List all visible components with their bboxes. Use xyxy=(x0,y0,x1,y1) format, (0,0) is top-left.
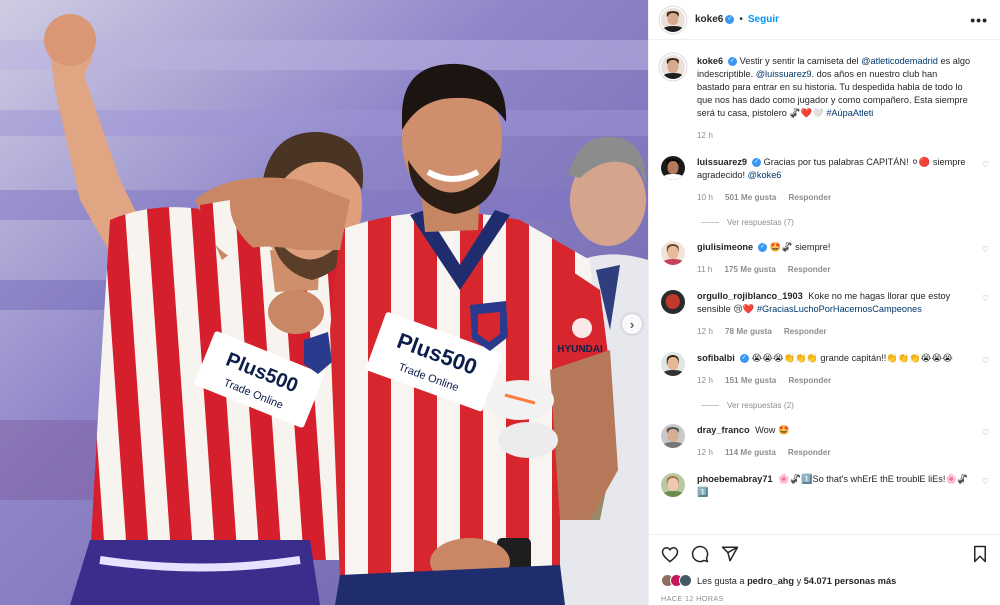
comment-time[interactable]: 12 h xyxy=(697,376,713,385)
like-comment-icon[interactable]: ♡ xyxy=(982,477,989,486)
comment-username[interactable]: sofibalbi xyxy=(697,353,735,363)
comment-item: sofibalbi ✓ 😭😭😭👏👏👏 grande capitán!!👏👏👏😭😭😭… xyxy=(661,352,989,387)
comment-likes[interactable]: 114 Me gusta xyxy=(725,448,776,457)
comment-time[interactable]: 10 h xyxy=(697,193,713,202)
view-replies-label[interactable]: Ver respuestas (2) xyxy=(727,401,794,410)
comment-item: phoebemabray71 🌸🦨1️⃣So that's whErE thE … xyxy=(661,473,989,499)
caption: koke6 ✓ Vestir y sentir la camiseta del @… xyxy=(661,55,989,142)
comment-username[interactable]: phoebemabray71 xyxy=(697,474,773,484)
comment-text: 😭😭😭👏👏👏 grande capitán!!👏👏👏😭😭😭 xyxy=(751,353,953,363)
reply-button[interactable]: Responder xyxy=(788,376,831,385)
comment-likes[interactable]: 175 Me gusta xyxy=(724,265,775,274)
like-comment-icon[interactable]: ♡ xyxy=(982,294,989,303)
comment-item: orgullo_rojiblanco_1903 Koke no me hagas… xyxy=(661,290,989,338)
comment-item: luissuarez9 ✓ Gracias por tus palabras CA… xyxy=(661,156,989,204)
like-comment-icon[interactable]: ♡ xyxy=(982,160,989,169)
view-replies-label[interactable]: Ver respuestas (7) xyxy=(727,218,794,227)
photo-illustration: Plus500 Trade Online Plus500 Trade Onlin… xyxy=(0,0,648,605)
likes-middle: y xyxy=(794,575,804,586)
comment-hashtag[interactable]: #GraciasLuchoPorHacernosCampeones xyxy=(757,304,922,314)
comment-time[interactable]: 12 h xyxy=(697,327,713,336)
comment-time[interactable]: 11 h xyxy=(697,265,712,274)
comment-mention[interactable]: @koke6 xyxy=(748,170,782,180)
caption-username[interactable]: koke6 xyxy=(697,56,723,66)
verified-icon: ✓ xyxy=(739,354,749,364)
reply-button[interactable]: Responder xyxy=(788,448,831,457)
more-options-icon[interactable]: ••• xyxy=(970,12,988,28)
comment-avatar[interactable] xyxy=(661,156,685,180)
view-replies[interactable]: Ver respuestas (7) xyxy=(701,218,989,227)
comment-avatar[interactable] xyxy=(661,352,685,376)
caption-hashtag[interactable]: #AúpaAtleti xyxy=(826,108,873,118)
likes-prefix: Les gusta a xyxy=(697,575,748,586)
comment-username[interactable]: orgullo_rojiblanco_1903 xyxy=(697,291,803,301)
comment-item: giulisimeone ✓ 🤩🦨 siempre! 11 h 175 Me gus… xyxy=(661,241,989,276)
post-actions: Les gusta a pedro_ahg y 54.071 personas … xyxy=(649,534,1000,605)
comment-likes[interactable]: 78 Me gusta xyxy=(725,327,772,336)
post-timestamp[interactable]: HACE 12 HORAS xyxy=(661,594,989,603)
reply-button[interactable]: Responder xyxy=(788,193,831,202)
share-icon[interactable] xyxy=(721,545,739,563)
comment-text: 🤩🦨 siempre! xyxy=(769,242,831,252)
comment-text: Wow 🤩 xyxy=(755,425,790,435)
verified-icon: ✓ xyxy=(752,158,762,168)
caption-text-1: Vestir y sentir la camiseta del xyxy=(739,56,862,66)
author-username[interactable]: koke6 xyxy=(695,14,723,25)
post-photo: Plus500 Trade Online Plus500 Trade Onlin… xyxy=(0,0,648,605)
comment-likes[interactable]: 151 Me gusta xyxy=(725,376,776,385)
caption-mention-player[interactable]: @luissuarez9 xyxy=(756,69,812,79)
heart-icon[interactable] xyxy=(661,545,679,563)
comment-likes[interactable]: 501 Me gusta xyxy=(725,193,776,202)
sleeve-brand: HYUNDAI xyxy=(557,344,603,355)
likers-avatars xyxy=(661,574,692,587)
comment-avatar[interactable] xyxy=(661,473,685,497)
post-sidebar: koke6 ✓ • Seguir ••• koke6 ✓ Vestir y sen… xyxy=(648,0,1000,605)
like-comment-icon[interactable]: ♡ xyxy=(982,245,989,254)
caption-mention-club[interactable]: @atleticodemadrid xyxy=(861,56,938,66)
caption-time[interactable]: 12 h xyxy=(697,131,713,140)
likes-count[interactable]: 54.071 personas más xyxy=(804,576,896,586)
verified-icon: ✓ xyxy=(725,15,735,24)
verified-icon: ✓ xyxy=(728,57,738,67)
like-comment-icon[interactable]: ♡ xyxy=(982,428,989,437)
header-separator: • xyxy=(739,14,743,25)
comment-avatar[interactable] xyxy=(661,424,685,448)
likes-summary[interactable]: Les gusta a pedro_ahg y 54.071 personas … xyxy=(661,574,989,587)
reply-button[interactable]: Responder xyxy=(784,327,827,336)
comment-avatar[interactable] xyxy=(661,241,685,265)
liker-username[interactable]: pedro_ahg xyxy=(747,576,794,586)
comment-username[interactable]: giulisimeone xyxy=(697,242,753,252)
verified-icon: ✓ xyxy=(758,243,768,253)
comment-username[interactable]: dray_franco xyxy=(697,425,750,435)
caption-avatar[interactable] xyxy=(661,55,685,79)
reply-button[interactable]: Responder xyxy=(788,265,831,274)
action-icons xyxy=(661,543,989,565)
comment-username[interactable]: luissuarez9 xyxy=(697,157,747,167)
follow-button[interactable]: Seguir xyxy=(748,14,779,25)
like-comment-icon[interactable]: ♡ xyxy=(982,356,989,365)
post-header: koke6 ✓ • Seguir ••• xyxy=(649,0,1000,40)
author-avatar[interactable] xyxy=(661,7,685,32)
next-image-button[interactable]: › xyxy=(622,314,642,334)
liker-avatar xyxy=(679,574,692,587)
comment-time[interactable]: 12 h xyxy=(697,448,713,457)
view-replies[interactable]: Ver respuestas (2) xyxy=(701,401,989,410)
comments-list[interactable]: koke6 ✓ Vestir y sentir la camiseta del @… xyxy=(649,41,1000,534)
bookmark-icon[interactable] xyxy=(971,545,989,563)
comment-avatar[interactable] xyxy=(661,290,685,314)
comment-icon[interactable] xyxy=(691,545,709,563)
comment-item: dray_franco Wow 🤩 12 h 114 Me gusta Respon… xyxy=(661,424,989,459)
